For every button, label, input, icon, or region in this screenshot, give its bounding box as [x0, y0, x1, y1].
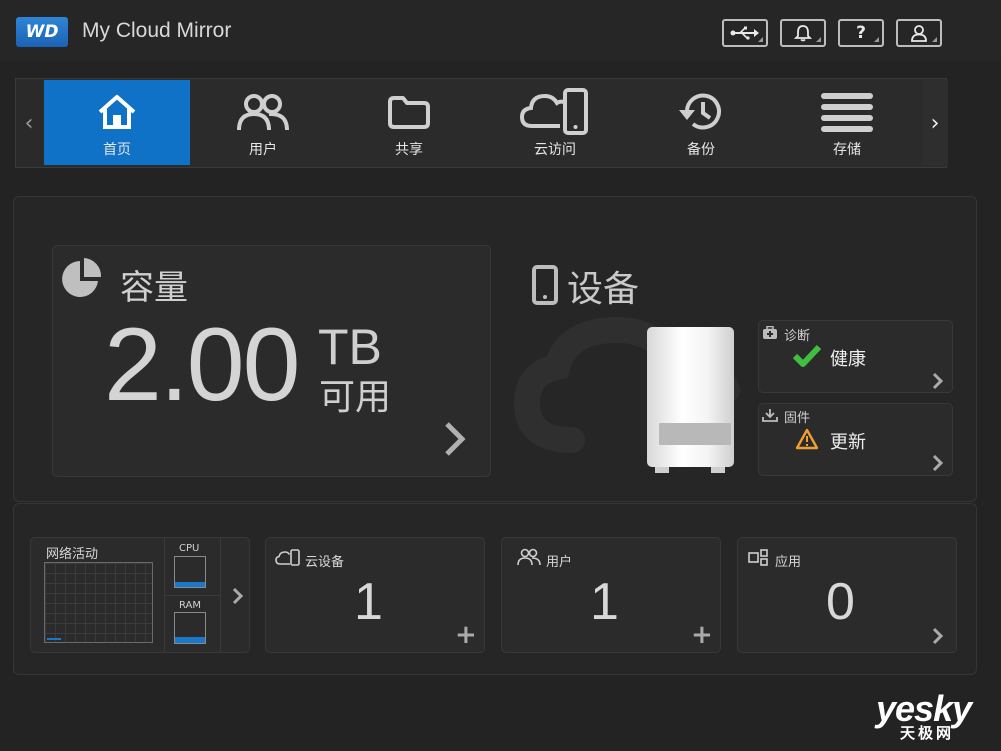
device-title: 设备	[567, 269, 640, 310]
capacity-title: 容量	[120, 268, 188, 308]
apps-icon	[748, 549, 768, 566]
storage-icon	[821, 93, 873, 132]
history-icon	[679, 93, 721, 130]
plus-icon: +	[691, 620, 713, 650]
divider	[220, 538, 221, 652]
nav-item-storage[interactable]: 存储	[774, 80, 920, 165]
nav-item-shares[interactable]: 共享	[336, 80, 482, 165]
cpu-meter	[174, 556, 206, 588]
apps-count: 0	[826, 573, 855, 631]
nav-label: 存储	[833, 142, 861, 158]
nav-label: 用户	[249, 142, 277, 158]
network-activity-graph	[44, 562, 153, 643]
user-icon	[911, 25, 927, 42]
chevron-right-icon[interactable]	[231, 586, 245, 606]
home-icon	[98, 95, 136, 129]
chevron-right-icon[interactable]	[931, 453, 945, 473]
cloud-device-icon	[275, 549, 300, 566]
usb-icon	[730, 26, 759, 40]
firmware-status: 更新	[830, 432, 866, 453]
capacity-available-label: 可用	[319, 377, 392, 418]
nav-prev-button[interactable]: ‹	[16, 80, 42, 166]
divider	[165, 595, 220, 596]
users-icon	[237, 94, 289, 131]
cloud-access-icon	[520, 88, 588, 135]
nav-label: 共享	[395, 142, 423, 158]
users-icon	[517, 548, 541, 566]
cloud-devices-label: 云设备	[305, 555, 345, 570]
users-label: 用户	[546, 555, 573, 570]
checkmark-icon	[792, 344, 822, 367]
firmware-label: 固件	[784, 411, 811, 426]
phone-icon	[532, 265, 558, 305]
add-user-button[interactable]: +	[691, 620, 713, 650]
bell-icon	[794, 25, 812, 42]
cloud-devices-count: 1	[354, 573, 383, 631]
ram-label: RAM	[179, 600, 202, 611]
download-icon	[762, 409, 778, 422]
first-aid-icon	[763, 326, 777, 339]
nav-item-users[interactable]: 用户	[190, 80, 336, 165]
nav-next-button[interactable]: ›	[922, 80, 948, 166]
plus-icon: +	[455, 620, 477, 650]
watermark-subtitle: 天极网	[900, 724, 955, 742]
diagnostics-status: 健康	[830, 349, 866, 370]
app-title: My Cloud Mirror	[82, 19, 232, 42]
cpu-label: CPU	[179, 543, 200, 554]
usb-button[interactable]	[722, 19, 768, 47]
ram-meter	[174, 612, 206, 644]
chevron-right-icon[interactable]	[931, 626, 945, 646]
help-button[interactable]: ?	[838, 19, 884, 47]
chevron-right-icon[interactable]	[931, 371, 945, 391]
pie-chart-icon	[62, 258, 102, 297]
nav-label: 云访问	[534, 142, 576, 158]
diagnostics-label: 诊断	[784, 329, 811, 344]
chevron-right-icon: ›	[930, 110, 940, 136]
nav-label: 首页	[103, 142, 131, 158]
nav-item-backups[interactable]: 备份	[628, 80, 774, 165]
nav-item-cloud-access[interactable]: 云访问	[482, 80, 628, 165]
nav-item-home[interactable]: 首页	[44, 80, 190, 165]
add-cloud-device-button[interactable]: +	[455, 620, 477, 650]
apps-label: 应用	[775, 555, 802, 570]
notifications-button[interactable]	[780, 19, 826, 47]
help-icon: ?	[856, 23, 866, 43]
user-menu-button[interactable]	[896, 19, 942, 47]
chevron-right-icon[interactable]	[443, 420, 467, 458]
warning-icon	[795, 428, 819, 450]
nas-device-image	[647, 327, 734, 475]
chevron-left-icon: ‹	[24, 110, 34, 136]
nav-label: 备份	[687, 142, 715, 158]
folder-icon	[388, 96, 430, 129]
users-count: 1	[590, 573, 619, 631]
wd-logo[interactable]: WD	[16, 17, 68, 47]
network-activity-label: 网络活动	[46, 547, 99, 562]
capacity-value: 2.00	[104, 307, 300, 423]
